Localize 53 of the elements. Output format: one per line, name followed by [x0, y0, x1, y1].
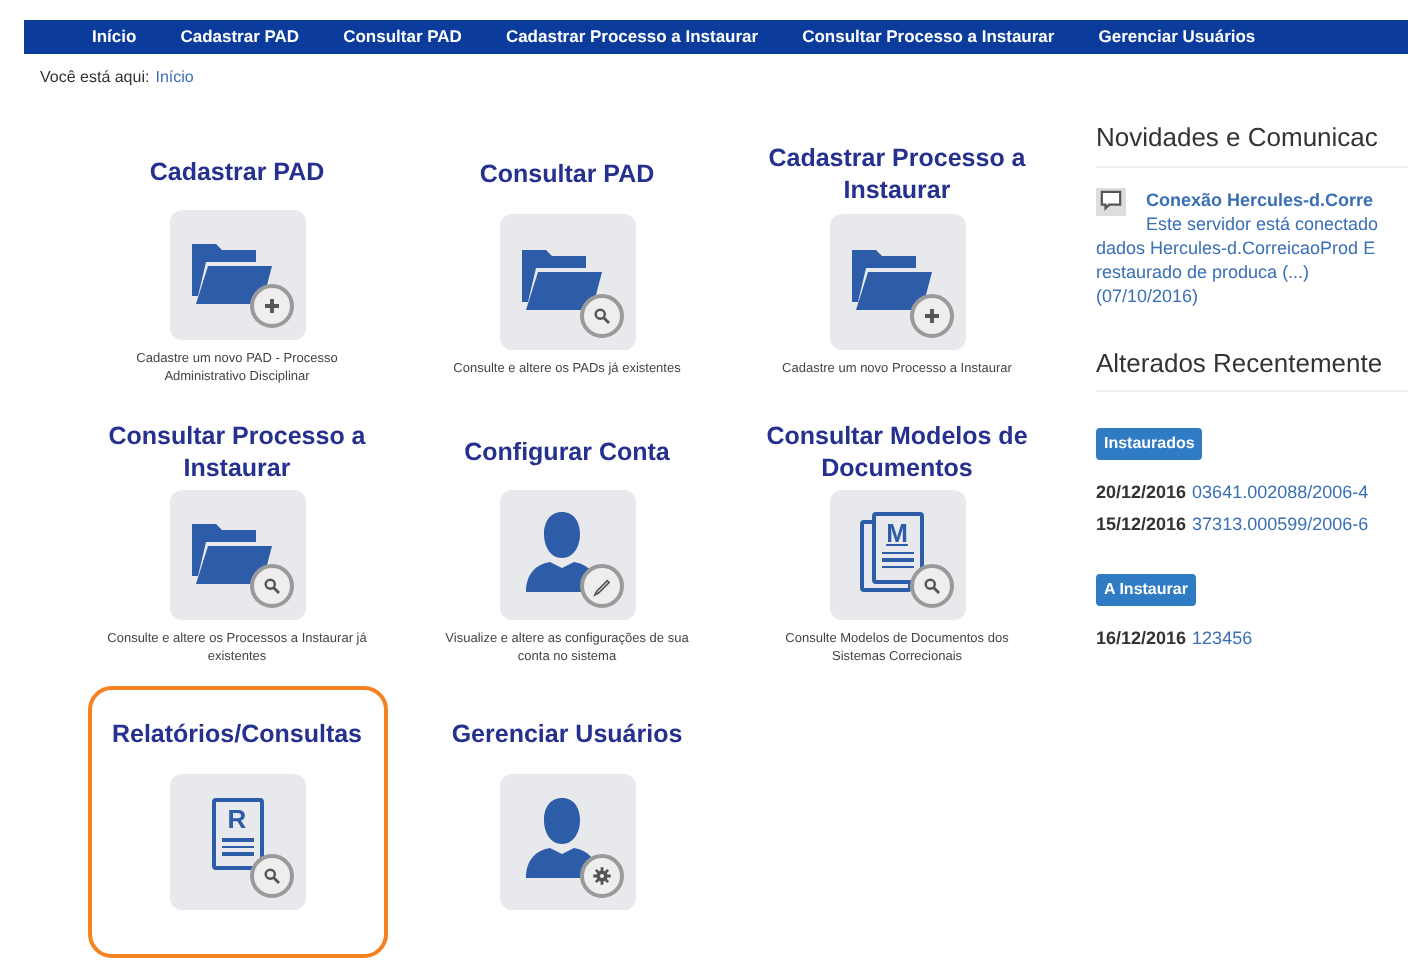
tile-title[interactable]: Configurar Conta: [464, 436, 670, 469]
news-text: (07/10/2016): [1096, 283, 1201, 307]
folder-icon: [851, 246, 931, 310]
pencil-icon: [579, 564, 623, 608]
tile-icon-button[interactable]: [829, 214, 965, 350]
news-link[interactable]: Conexão Hercules-d.Corre: [1146, 187, 1379, 211]
entry-date: 20/12/2016: [1096, 480, 1187, 506]
plus-icon: [249, 284, 293, 328]
gear-icon: [579, 854, 623, 898]
tile-icon-button[interactable]: M: [829, 490, 965, 620]
nav-link[interactable]: Gerenciar Usuários: [1098, 24, 1256, 50]
tile-title[interactable]: Cadastrar Processo a Instaurar: [751, 142, 1043, 206]
tile-title[interactable]: Consultar Modelos de Documentos: [751, 420, 1043, 485]
entry-link[interactable]: 123456: [1192, 626, 1253, 653]
tile-title[interactable]: Consultar Processo a Instaurar: [91, 420, 383, 485]
tile-icon-button[interactable]: [499, 490, 635, 620]
search-icon: [249, 564, 293, 608]
news-text: restaurado de produca (...): [1096, 259, 1312, 283]
tile-title[interactable]: Cadastrar PAD: [149, 156, 325, 189]
tile-title[interactable]: Consultar PAD: [479, 158, 655, 190]
tile-icon-button[interactable]: [169, 210, 305, 340]
breadcrumb-link[interactable]: Início: [155, 66, 194, 90]
folder-icon: [191, 519, 271, 584]
entry-link[interactable]: 03641.002088/2006-4: [1192, 480, 1369, 507]
section-heading: Alterados Recentemente: [1096, 343, 1408, 392]
tile-title[interactable]: Relatórios/Consultas: [111, 718, 363, 750]
entry-date: 16/12/2016: [1096, 626, 1187, 652]
tile-icon-button[interactable]: [169, 490, 305, 620]
nav-link[interactable]: Consultar PAD: [343, 24, 462, 50]
news-text: Este servidor está conectado: [1146, 211, 1379, 235]
comment-icon: [1096, 187, 1126, 215]
tile-icon-button[interactable]: [499, 214, 635, 350]
section-heading: Novidades e Comunicac: [1096, 118, 1408, 167]
search-icon: [579, 294, 623, 338]
plus-icon: [909, 294, 953, 338]
nav-link[interactable]: Início: [92, 24, 137, 50]
breadcrumb-label: Você está aqui:: [40, 66, 150, 90]
entry-link[interactable]: 37313.000599/2006-6: [1192, 511, 1369, 538]
entry-date: 15/12/2016: [1096, 511, 1187, 537]
tile-icon-button[interactable]: R: [169, 774, 305, 910]
folder-icon: [521, 246, 601, 310]
person-icon: [525, 798, 597, 878]
search-icon: [909, 564, 953, 608]
category-label: Instaurados: [1096, 428, 1203, 460]
folder-icon: [191, 239, 271, 304]
tile-title[interactable]: Gerenciar Usuários: [451, 718, 683, 750]
tile-icon-button[interactable]: [499, 774, 635, 910]
category-label: A Instaurar: [1096, 574, 1196, 606]
news-text: dados Hercules-d.CorreicaoProd E: [1096, 235, 1378, 259]
search-icon: [249, 854, 293, 898]
nav-link[interactable]: Consultar Processo a Instaurar: [802, 24, 1055, 50]
nav-link[interactable]: Cadastrar Processo a Instaurar: [505, 24, 759, 50]
nav-link[interactable]: Cadastrar PAD: [180, 24, 300, 50]
